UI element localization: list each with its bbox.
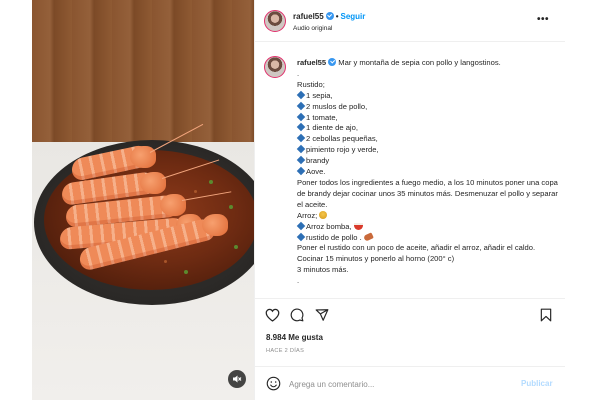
prawn-head: [140, 172, 166, 194]
audio-label[interactable]: Audio original: [293, 25, 332, 32]
separator-dot: •: [335, 12, 339, 21]
ingredient-item: Aove.: [306, 167, 326, 177]
author-username[interactable]: rafuel55: [293, 12, 324, 21]
blue-diamond-icon: [296, 112, 306, 121]
ingredient-item: 1 sepia,: [306, 90, 333, 100]
blue-diamond-icon: [296, 123, 306, 132]
ingredient-item: 2 muslos de pollo,: [306, 101, 368, 111]
blue-diamond-icon: [296, 221, 306, 230]
post-video[interactable]: [32, 0, 254, 400]
save-button[interactable]: [538, 307, 554, 323]
caption-username[interactable]: rafuel55: [297, 58, 326, 67]
bookmark-icon: [540, 308, 552, 322]
comment-button[interactable]: [289, 307, 305, 323]
caption-line: .: [297, 276, 300, 286]
post-caption: rafuel55 Mar y montaña de sepia con poll…: [255, 42, 565, 298]
caption-avatar[interactable]: [264, 56, 286, 78]
mute-button[interactable]: [228, 370, 246, 388]
wood-wall-background: [32, 0, 254, 150]
instructions-paragraph: Poner todos los ingredientes a fuego med…: [297, 177, 558, 209]
prawn-head: [202, 214, 228, 236]
post-details-panel: rafuel55 • Seguir Audio original ••• rafue…: [254, 0, 565, 400]
rice-emoji-icon: [319, 210, 328, 219]
poultry-leg-emoji-icon: [362, 231, 374, 242]
speaker-muted-icon: [233, 375, 242, 383]
caption-text: rafuel55 Mar y montaña de sepia con poll…: [296, 58, 559, 287]
verified-badge-icon: [325, 12, 334, 20]
verified-badge-icon: [328, 58, 337, 66]
comment-input[interactable]: [289, 377, 499, 391]
blue-diamond-icon: [296, 155, 306, 165]
share-button[interactable]: [314, 307, 330, 323]
ingredient-item: 1 tomate,: [306, 112, 338, 122]
bowl-emoji-icon: [353, 222, 363, 230]
blue-diamond-icon: [296, 134, 306, 143]
more-options-icon[interactable]: •••: [537, 14, 549, 25]
follow-button[interactable]: Seguir: [341, 12, 366, 21]
prawn-head: [160, 194, 186, 216]
like-button[interactable]: [264, 307, 280, 323]
caption-title: Mar y montaña de sepia con pollo y lango…: [338, 58, 501, 67]
ingredient-item: brandy: [306, 156, 330, 166]
likes-count[interactable]: 8.984 Me gusta: [266, 333, 323, 342]
post-timestamp[interactable]: HACE 2 DÍAS: [266, 348, 304, 354]
smiley-icon: [266, 376, 281, 391]
blue-diamond-icon: [296, 101, 306, 110]
ingredient-item: rustido de pollo .: [306, 232, 362, 242]
heart-icon: [265, 308, 279, 322]
ingredient-item: Arroz bomba,: [306, 221, 352, 231]
post-header: rafuel55 • Seguir Audio original •••: [255, 0, 565, 42]
ingredient-item: 1 diente de ajo,: [306, 123, 358, 133]
rice-heading: Arroz;: [297, 210, 318, 220]
send-icon: [315, 309, 329, 321]
comment-icon: [290, 308, 304, 322]
avatar[interactable]: [264, 10, 286, 32]
ingredient-item: 2 cebollas pequeñas,: [306, 134, 378, 144]
comment-bar: Publicar: [255, 366, 565, 400]
blue-diamond-icon: [296, 166, 306, 176]
action-bar: [255, 298, 565, 328]
instructions-paragraph: 3 minutos más.: [297, 265, 349, 275]
instagram-post-window: rafuel55 • Seguir Audio original ••• rafue…: [0, 0, 600, 400]
caption-line: .: [297, 68, 300, 78]
blue-diamond-icon: [296, 232, 306, 241]
blue-diamond-icon: [296, 145, 306, 154]
ingredient-item: pimiento rojo y verde,: [306, 145, 379, 155]
instructions-paragraph: Poner el rustido con un poco de aceite, …: [297, 243, 536, 264]
blue-diamond-icon: [296, 90, 306, 99]
emoji-picker-button[interactable]: [266, 376, 281, 391]
caption-line: Rustido;: [297, 79, 325, 89]
publish-button[interactable]: Publicar: [521, 379, 553, 388]
